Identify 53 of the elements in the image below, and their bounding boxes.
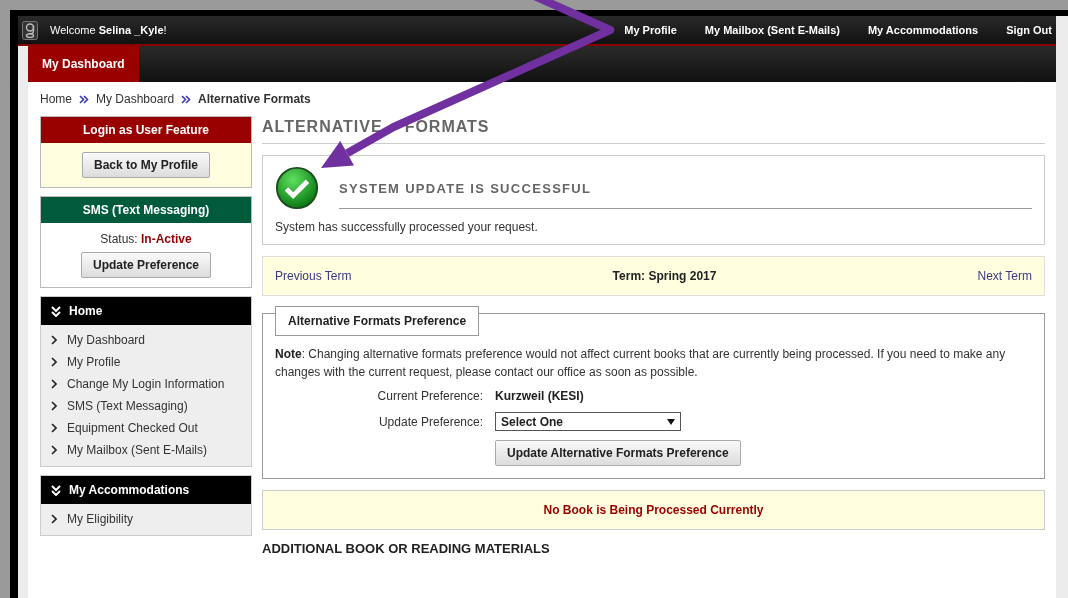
menu-title: Home (69, 304, 103, 318)
top-nav-link[interactable]: My Mailbox (Sent E-Mails) (704, 24, 840, 36)
preference-dropdown[interactable]: Select One (495, 412, 681, 431)
panel-header: SMS (Text Messaging) (41, 197, 251, 223)
success-message: System has successfully processed your request. (275, 220, 539, 234)
note-text: Note: Changing alternative formats preference would not affect current books that are currently being processed. If you need to make any changes with the current request, please contact our office as soon as possible. (275, 346, 1007, 381)
chevron-right-icon (51, 401, 57, 411)
logo-icon (22, 20, 38, 40)
update-formats-button[interactable]: Update Alternative Formats Preference (495, 440, 741, 466)
field-label: Current Preference: (376, 389, 483, 403)
sidebar-link[interactable]: My Dashboard (67, 333, 146, 347)
sidebar-link[interactable]: Equipment Checked Out (67, 421, 198, 435)
breadcrumb-current: Alternative Formats (198, 92, 311, 106)
status-value: In-Active (141, 232, 192, 246)
term-label: Term: Spring 2017 (612, 269, 717, 283)
double-chevron-down-icon (51, 484, 61, 496)
sidebar-link[interactable]: My Profile (67, 355, 121, 369)
double-chevron-right-icon (79, 94, 89, 104)
sidebar-link[interactable]: My Eligibility (67, 512, 133, 526)
fieldset-legend: Alternative Formats Preference (275, 306, 480, 336)
panel-header: Login as User Feature (41, 117, 251, 143)
sidebar-link[interactable]: SMS (Text Messaging) (67, 399, 188, 413)
nav-tab[interactable]: My Dashboard (28, 46, 139, 82)
breadcrumb-link[interactable]: Home (40, 92, 72, 106)
section-heading: ADDITIONAL BOOK OR READING MATERIALS (262, 541, 551, 556)
sidebar-link[interactable]: Change My Login Information (67, 377, 225, 391)
caret-icon (667, 418, 675, 425)
back-to-profile-button[interactable]: Back to My Profile (82, 152, 210, 178)
double-chevron-down-icon (51, 305, 61, 317)
field-label: Update Preference: (377, 414, 483, 429)
menu-title: My Accommodations (69, 483, 190, 497)
welcome-text: Welcome Selina _Kyle! (50, 24, 168, 36)
chevron-right-icon (51, 357, 57, 367)
current-preference-value: Kurzweil (KESI) (495, 389, 585, 403)
processing-notice: No Book is Being Processed Currently (262, 490, 1045, 530)
top-nav-link[interactable]: My Profile (624, 24, 677, 36)
chevron-right-icon (51, 335, 57, 345)
chevron-right-icon (51, 423, 57, 433)
previous-term-link[interactable]: Previous Term (275, 269, 352, 283)
chevron-right-icon (51, 514, 57, 524)
chevron-right-icon (51, 379, 57, 389)
chevron-right-icon (51, 445, 57, 455)
sidebar-link[interactable]: My Mailbox (Sent E-Mails) (67, 443, 208, 457)
page-heading: ALTERNATIVE (262, 118, 383, 136)
next-term-link[interactable]: Next Term (977, 269, 1032, 283)
success-title: SYSTEM UPDATE IS SUCCESSFUL (339, 173, 1032, 209)
status-label: Status: (100, 232, 138, 246)
breadcrumb-link[interactable]: My Dashboard (96, 92, 175, 106)
double-chevron-right-icon (181, 94, 192, 104)
top-nav-link[interactable]: My Accommodations (867, 24, 979, 36)
check-circle-icon (275, 166, 319, 210)
update-preference-button[interactable]: Update Preference (80, 252, 211, 278)
top-nav-link[interactable]: Sign Out (1006, 24, 1052, 36)
